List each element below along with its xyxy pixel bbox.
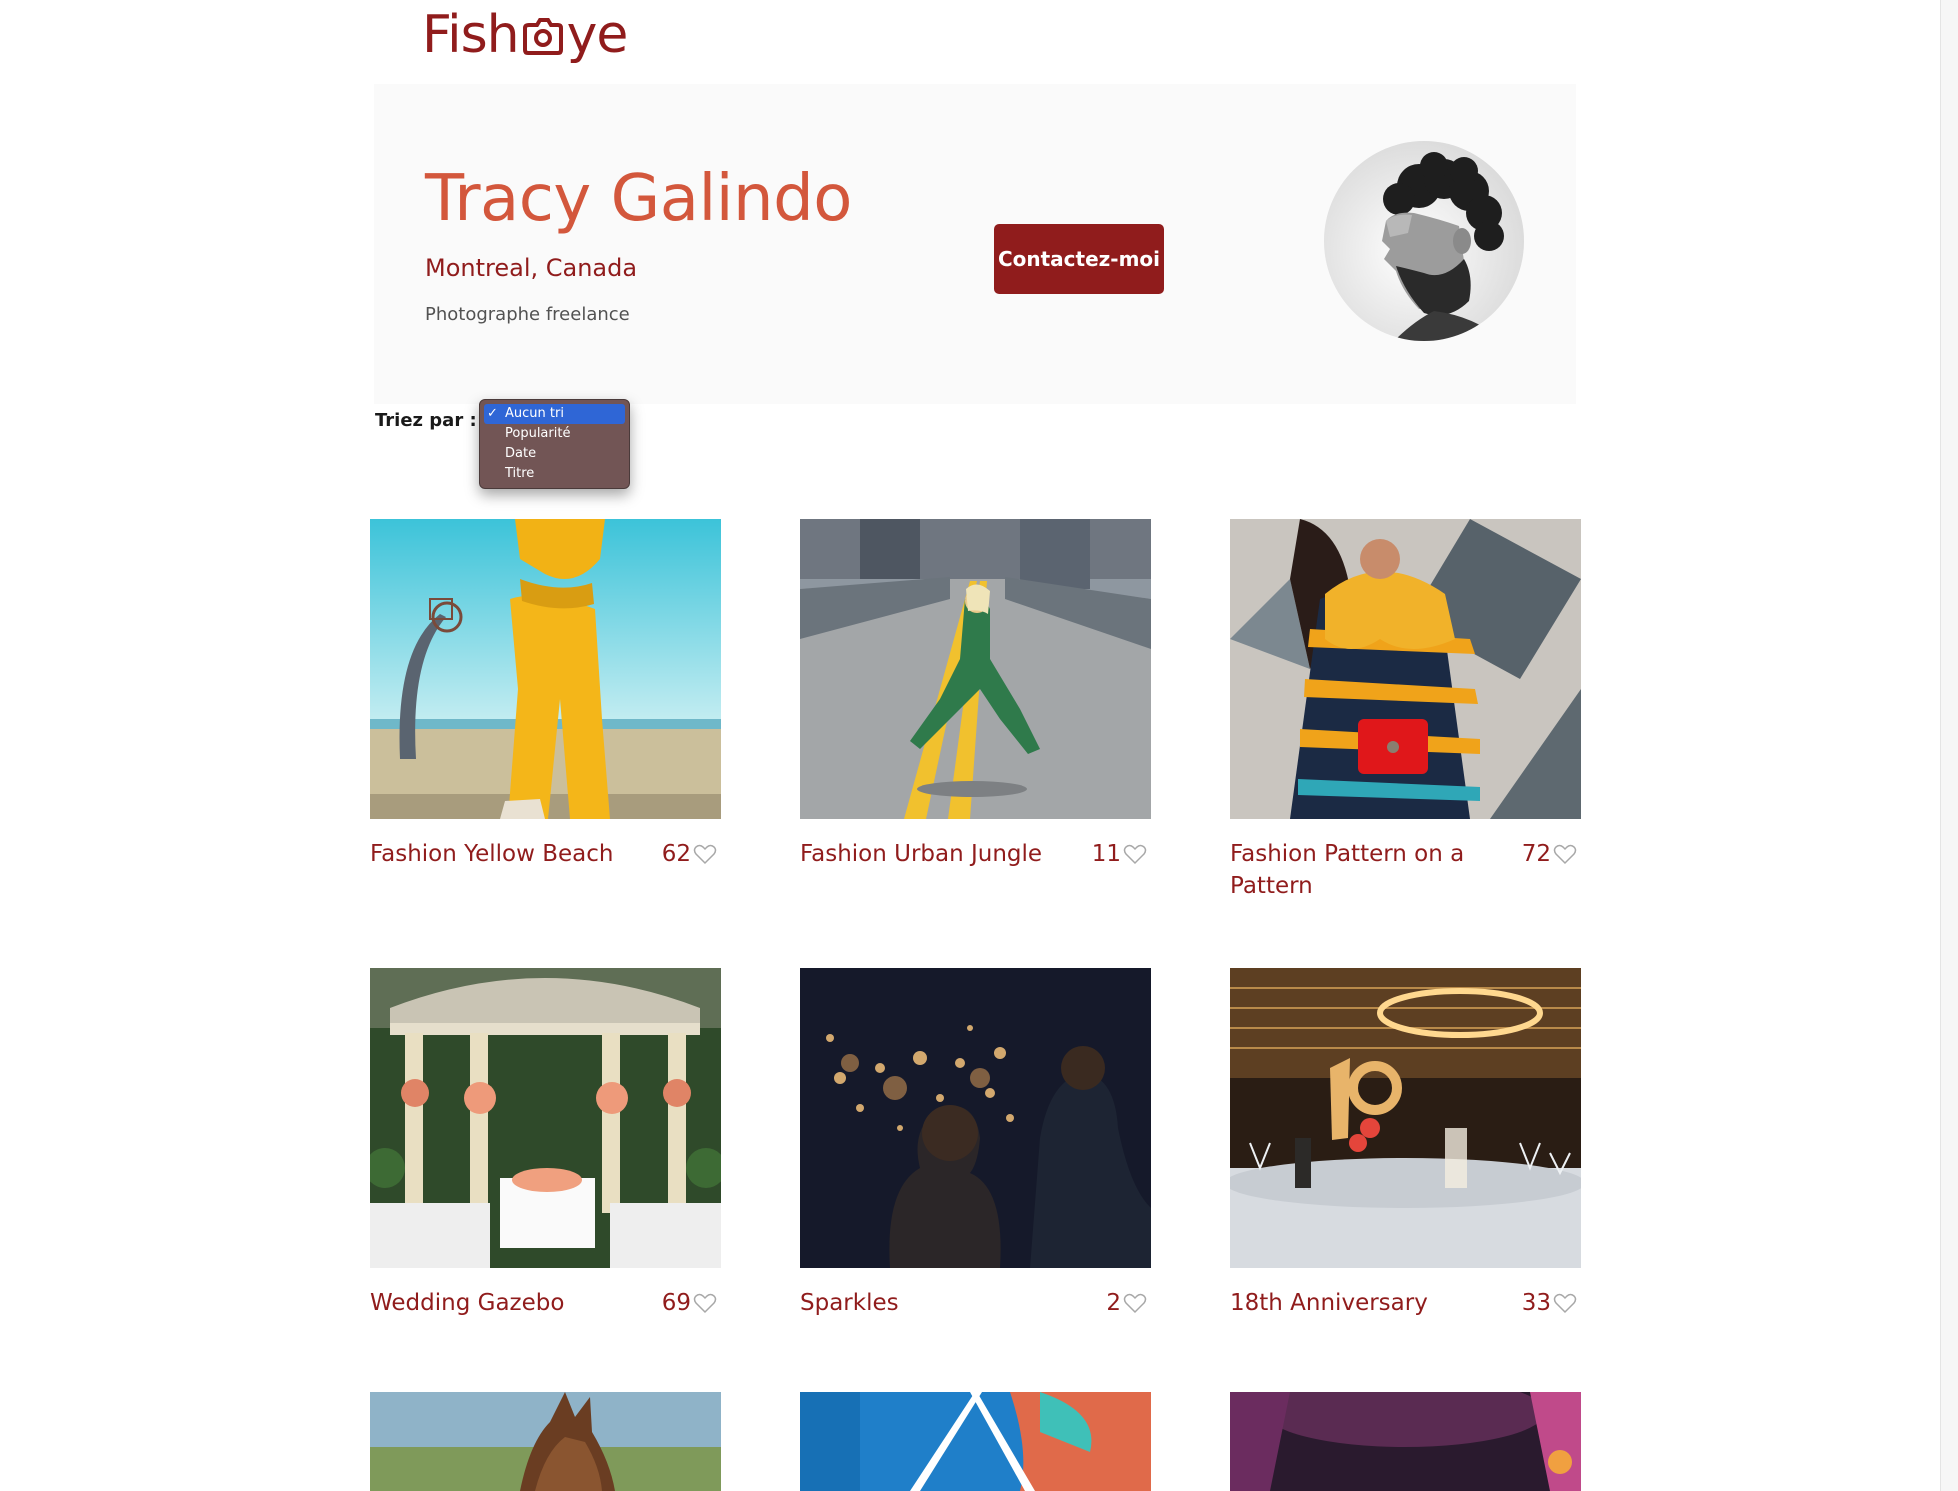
media-card: Fashion Urban Jungle 11 — [800, 519, 1151, 867]
media-thumbnail[interactable] — [800, 968, 1151, 1268]
media-card: Fashion Yellow Beach 62 — [370, 519, 721, 867]
sort-option-none[interactable]: ✓ Aucun tri — [484, 404, 625, 424]
like-count: 72 — [1521, 841, 1551, 867]
media-likes: 11 — [1092, 838, 1147, 870]
like-count: 11 — [1091, 841, 1121, 867]
logo-text-left: Fish — [422, 5, 520, 65]
media-thumbnail[interactable] — [1230, 1392, 1581, 1491]
sort-dropdown-menu[interactable]: ✓ Aucun tri Popularité Date Titre — [479, 399, 630, 489]
contact-button[interactable]: Contactez-moi — [994, 224, 1164, 294]
media-thumbnail[interactable] — [370, 968, 721, 1268]
camera-icon — [521, 12, 565, 58]
media-likes: 69 — [662, 1287, 717, 1319]
heart-icon[interactable] — [1553, 1292, 1577, 1314]
media-card: Sparkles 2 — [800, 968, 1151, 1316]
like-count: 62 — [661, 841, 691, 867]
sort-option-label: Popularité — [505, 426, 571, 441]
media-title: Fashion Yellow Beach — [370, 841, 614, 867]
media-thumbnail[interactable] — [370, 1392, 721, 1491]
media-likes: 72 — [1522, 838, 1577, 870]
logo-text-right: ye — [566, 5, 629, 65]
fisheye-logo[interactable]: Fish ye — [422, 2, 629, 68]
media-thumbnail[interactable] — [800, 1392, 1151, 1491]
media-title: Wedding Gazebo — [370, 1290, 565, 1316]
sort-option-label: Titre — [505, 466, 535, 481]
photographer-tagline: Photographe freelance — [425, 304, 630, 325]
sort-option-label: Aucun tri — [505, 406, 564, 421]
sort-option-popularity[interactable]: Popularité — [484, 424, 625, 444]
window-scrollbar[interactable] — [1940, 0, 1958, 1491]
media-thumbnail[interactable] — [1230, 968, 1581, 1268]
media-likes: 33 — [1522, 1287, 1577, 1319]
media-card — [800, 1392, 1151, 1491]
media-title: Sparkles — [800, 1290, 899, 1316]
media-card: Wedding Gazebo 69 — [370, 968, 721, 1316]
heart-icon[interactable] — [693, 1292, 717, 1314]
media-title: 18th Anniversary — [1230, 1290, 1428, 1316]
media-card — [370, 1392, 721, 1491]
media-title: Fashion Pattern on a Pattern — [1230, 841, 1465, 899]
sort-option-label: Date — [505, 446, 537, 461]
media-card: 18th Anniversary 33 — [1230, 968, 1581, 1316]
like-count: 2 — [1106, 1290, 1121, 1316]
like-count: 69 — [661, 1290, 691, 1316]
like-count: 33 — [1521, 1290, 1551, 1316]
media-thumbnail[interactable] — [800, 519, 1151, 819]
photographer-location: Montreal, Canada — [425, 254, 638, 282]
heart-icon[interactable] — [1123, 1292, 1147, 1314]
heart-icon[interactable] — [693, 843, 717, 865]
photographer-name: Tracy Galindo — [425, 162, 852, 236]
sort-option-title[interactable]: Titre — [484, 464, 625, 484]
media-card — [1230, 1392, 1581, 1491]
media-card: Fashion Pattern on a Pattern 72 — [1230, 519, 1581, 899]
sort-label: Triez par : — [375, 410, 477, 431]
photographer-avatar — [1324, 141, 1524, 341]
photographer-header: Tracy Galindo Montreal, Canada Photograp… — [374, 84, 1576, 404]
media-thumbnail[interactable] — [370, 519, 721, 819]
checkmark-icon: ✓ — [487, 406, 498, 421]
sort-option-date[interactable]: Date — [484, 444, 625, 464]
heart-icon[interactable] — [1123, 843, 1147, 865]
heart-icon[interactable] — [1553, 843, 1577, 865]
media-thumbnail[interactable] — [1230, 519, 1581, 819]
media-likes: 62 — [662, 838, 717, 870]
media-likes: 2 — [1106, 1287, 1147, 1319]
media-title: Fashion Urban Jungle — [800, 841, 1043, 867]
